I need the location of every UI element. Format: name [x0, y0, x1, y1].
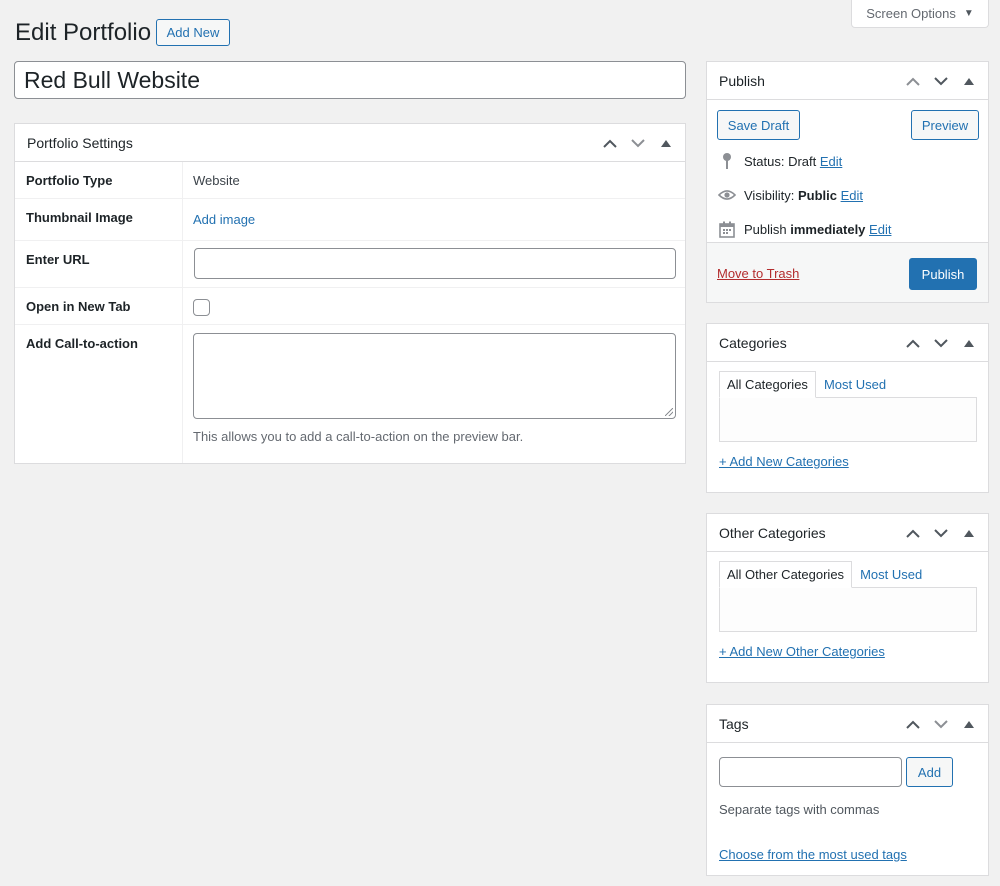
add-new-other-categories-link[interactable]: + Add New Other Categories: [719, 644, 885, 659]
tab-all-categories[interactable]: All Categories: [719, 371, 816, 398]
add-new-categories-link[interactable]: + Add New Categories: [719, 454, 849, 469]
triangle-up-icon[interactable]: [958, 332, 980, 354]
portfolio-settings-title: Portfolio Settings: [27, 134, 133, 151]
other-categories-box: Other Categories All Other Categories Mo…: [706, 513, 989, 683]
tags-header[interactable]: Tags: [707, 705, 988, 743]
open-new-tab-checkbox[interactable]: [193, 299, 210, 316]
open-new-tab-label: Open in New Tab: [26, 299, 131, 314]
visibility-value: Public: [797, 187, 837, 203]
choose-most-used-tags-link[interactable]: Choose from the most used tags: [719, 847, 907, 862]
schedule-value: immediately: [790, 221, 866, 237]
publish-title: Publish: [719, 72, 765, 89]
categories-checklist[interactable]: [719, 397, 977, 442]
chevron-down-icon[interactable]: [930, 522, 952, 544]
call-to-action-label: Add Call-to-action: [26, 336, 138, 351]
other-categories-tabs: All Other Categories Most Used: [719, 561, 929, 588]
thumbnail-image-label: Thumbnail Image: [26, 210, 133, 225]
status-value: Draft: [788, 153, 817, 169]
resize-handle-icon[interactable]: [665, 408, 673, 416]
visibility-label: Visibility:: [744, 187, 795, 203]
categories-tabs: All Categories Most Used: [719, 371, 893, 398]
add-new-button[interactable]: Add New: [156, 19, 230, 46]
schedule-row: Publish immediately Edit: [718, 220, 891, 238]
move-to-trash-link[interactable]: Move to Trash: [717, 266, 799, 281]
chevron-down-icon[interactable]: [930, 332, 952, 354]
tags-box: Tags Add Separate tags with commas Choos…: [706, 704, 989, 876]
tag-input[interactable]: [719, 757, 902, 787]
edit-schedule-link[interactable]: Edit: [869, 222, 891, 237]
status-row: Status: Draft Edit: [718, 152, 842, 170]
pin-icon: [718, 152, 736, 170]
triangle-up-icon[interactable]: [958, 713, 980, 735]
post-title-input[interactable]: Red Bull Website: [14, 61, 686, 99]
tags-title: Tags: [719, 715, 749, 732]
edit-status-link[interactable]: Edit: [820, 154, 842, 169]
publish-button[interactable]: Publish: [909, 258, 977, 290]
other-categories-title: Other Categories: [719, 524, 826, 541]
tab-all-other-categories[interactable]: All Other Categories: [719, 561, 853, 588]
page-title: Edit Portfolio: [15, 19, 152, 46]
visibility-row: Visibility: Public Edit: [718, 186, 863, 204]
chevron-up-icon[interactable]: [902, 332, 924, 354]
calendar-icon: [718, 220, 736, 238]
schedule-label: Publish: [744, 221, 787, 237]
tab-most-used[interactable]: Most Used: [852, 561, 929, 588]
settings-row-portfolio-type: Portfolio Type Website: [15, 162, 685, 199]
save-draft-button[interactable]: Save Draft: [717, 110, 800, 140]
triangle-up-icon[interactable]: [655, 132, 677, 154]
preview-button[interactable]: Preview: [911, 110, 979, 140]
settings-row-thumbnail: Thumbnail Image Add image: [15, 199, 685, 241]
chevron-up-icon[interactable]: [902, 70, 924, 92]
categories-header[interactable]: Categories: [707, 324, 988, 362]
other-categories-checklist[interactable]: [719, 587, 977, 632]
triangle-up-icon[interactable]: [958, 70, 980, 92]
screen-options-label: Screen Options: [866, 6, 956, 21]
screen-options-button[interactable]: Screen Options ▼: [851, 0, 989, 28]
publish-actions: Move to Trash Publish: [707, 242, 988, 302]
chevron-down-icon[interactable]: [930, 713, 952, 735]
status-label: Status:: [744, 153, 785, 169]
settings-row-new-tab: Open in New Tab: [15, 288, 685, 325]
other-categories-header[interactable]: Other Categories: [707, 514, 988, 552]
portfolio-settings-header[interactable]: Portfolio Settings: [15, 124, 685, 162]
url-input[interactable]: [194, 248, 676, 279]
add-image-link[interactable]: Add image: [193, 212, 255, 227]
edit-visibility-link[interactable]: Edit: [841, 188, 863, 203]
categories-title: Categories: [719, 334, 787, 351]
categories-box: Categories All Categories Most Used + Ad…: [706, 323, 989, 493]
add-tag-button[interactable]: Add: [906, 757, 953, 787]
portfolio-type-label: Portfolio Type: [26, 173, 113, 188]
portfolio-type-value[interactable]: Website: [193, 173, 240, 188]
call-to-action-help: This allows you to add a call-to-action …: [193, 429, 524, 444]
tab-most-used[interactable]: Most Used: [816, 371, 893, 398]
portfolio-settings-box: Portfolio Settings Portfolio Type Websit…: [14, 123, 686, 464]
publish-box: Publish Save Draft Preview Status: Draft…: [706, 61, 989, 303]
triangle-up-icon[interactable]: [958, 522, 980, 544]
triangle-down-icon: ▼: [963, 8, 974, 19]
publish-header[interactable]: Publish: [707, 62, 988, 100]
tags-help-text: Separate tags with commas: [719, 802, 880, 817]
chevron-down-icon[interactable]: [930, 70, 952, 92]
chevron-up-icon[interactable]: [599, 132, 621, 154]
eye-icon: [718, 186, 736, 204]
enter-url-label: Enter URL: [26, 252, 90, 267]
chevron-up-icon[interactable]: [902, 522, 924, 544]
chevron-down-icon[interactable]: [627, 132, 649, 154]
chevron-up-icon[interactable]: [902, 713, 924, 735]
call-to-action-textarea[interactable]: [193, 333, 676, 419]
